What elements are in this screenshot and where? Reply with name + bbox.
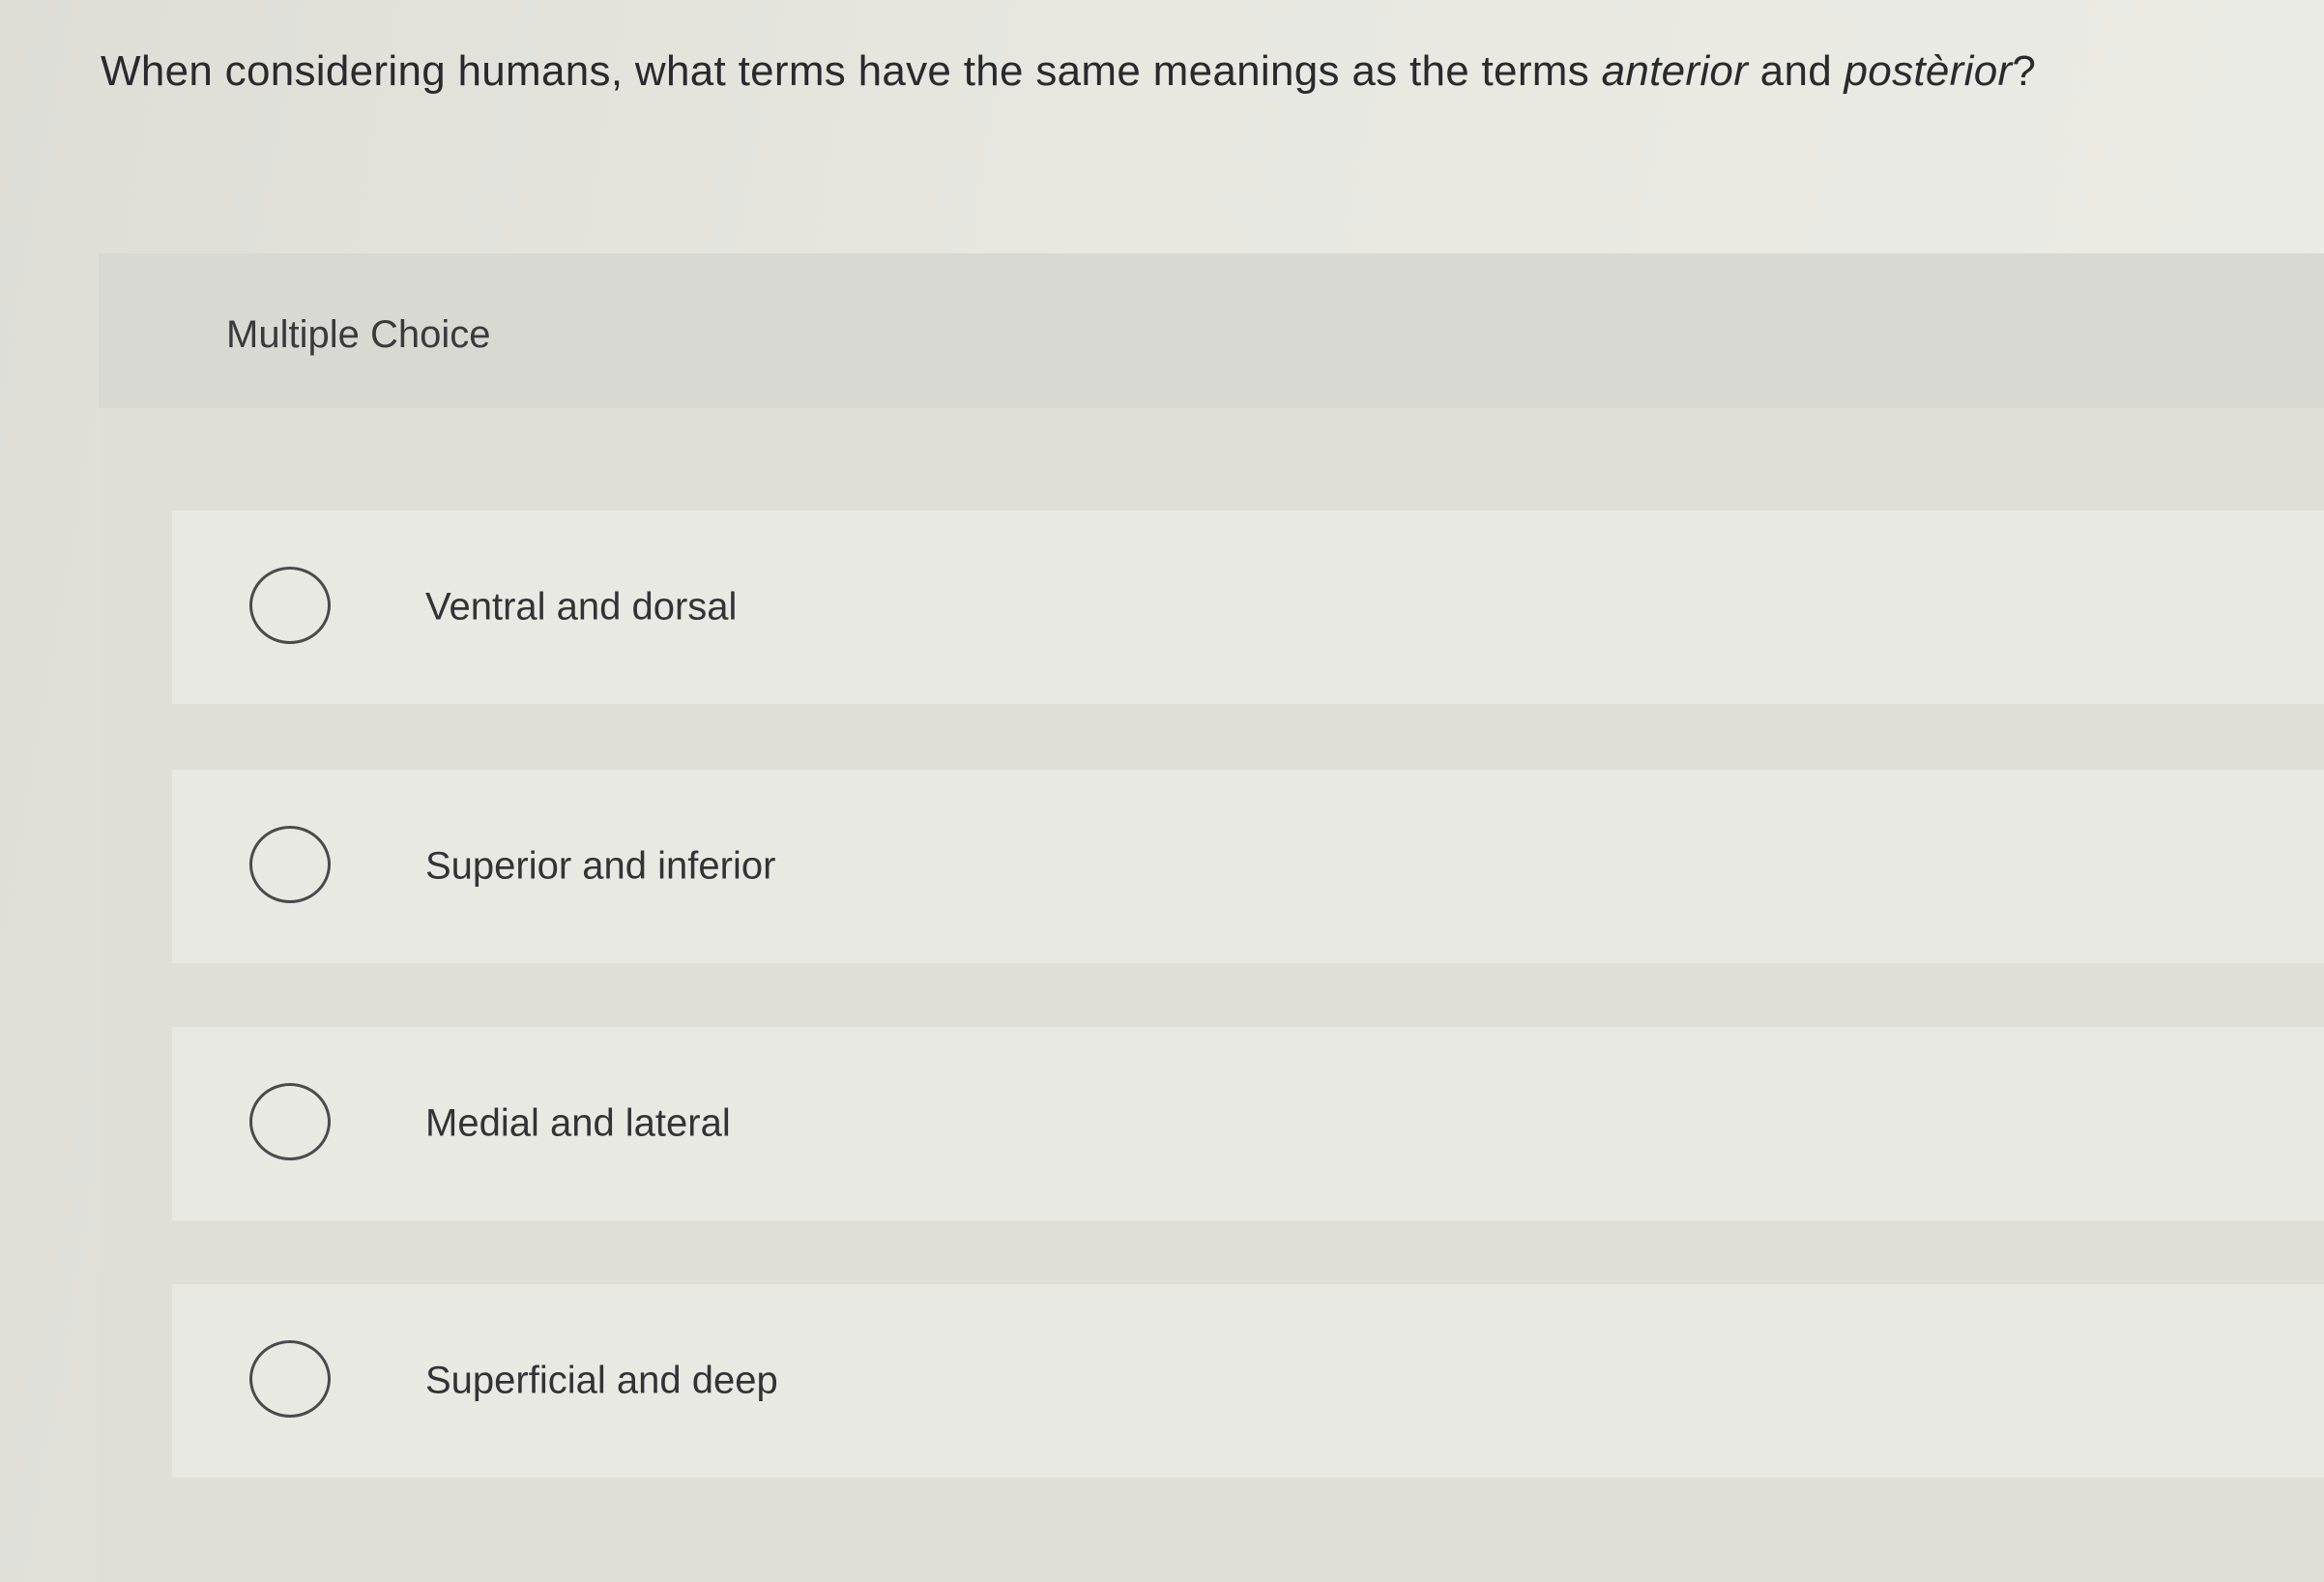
question-term-posterior: postèrior: [1844, 47, 2013, 95]
radio-button-icon[interactable]: [249, 567, 331, 644]
answer-panel: Multiple Choice Ventral and dorsal Super…: [99, 253, 2324, 1582]
question-middle: and: [1748, 47, 1845, 95]
radio-button-icon[interactable]: [249, 826, 331, 903]
option-label: Medial and lateral: [425, 1101, 731, 1145]
option-label: Superior and inferior: [425, 844, 776, 888]
option-3[interactable]: Medial and lateral: [172, 1027, 2324, 1220]
quiz-page: When considering humans, what terms have…: [0, 0, 2324, 1582]
question-suffix: ?: [2012, 47, 2037, 95]
panel-header: Multiple Choice: [99, 253, 2324, 408]
question-prefix: When considering humans, what terms have…: [101, 47, 1602, 95]
option-4[interactable]: Superficial and deep: [172, 1284, 2324, 1478]
option-label: Ventral and dorsal: [425, 585, 738, 629]
radio-button-icon[interactable]: [249, 1083, 331, 1160]
option-label: Superficial and deep: [425, 1359, 778, 1402]
option-1[interactable]: Ventral and dorsal: [172, 511, 2324, 704]
question-text: When considering humans, what terms have…: [101, 43, 2266, 101]
radio-button-icon[interactable]: [249, 1340, 331, 1418]
multiple-choice-label: Multiple Choice: [226, 313, 491, 356]
question-term-anterior: anterior: [1601, 47, 1749, 95]
option-2[interactable]: Superior and inferior: [172, 770, 2324, 963]
